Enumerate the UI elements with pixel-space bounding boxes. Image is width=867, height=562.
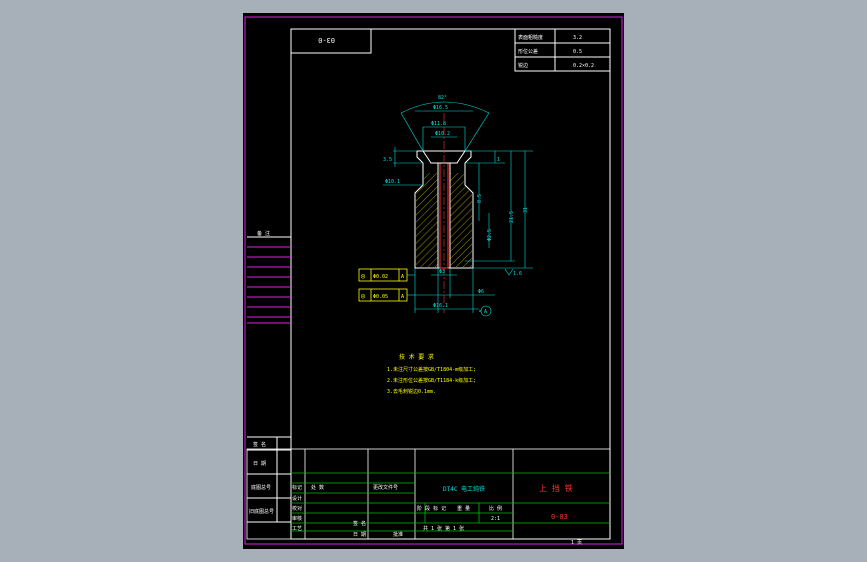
tb-part-code: 0-03 — [551, 513, 568, 521]
dim-len-total-b: 31 — [523, 207, 529, 213]
tol1-symbol: ◎ — [361, 272, 366, 280]
tol1-value: Φ0.02 — [373, 274, 388, 280]
dim-len-mid: 8.5 — [477, 194, 483, 203]
tb-cell-count: 处 数 — [311, 484, 324, 491]
tech-notes: 技 术 要 求 1.未注尺寸公差按GB/T1804-m级加工; 2.未注形位公差… — [387, 353, 476, 395]
dim-d-shank: Φ10.1 — [385, 179, 400, 185]
outer-border — [244, 16, 623, 545]
dim-len-total-a: 21.5 — [509, 211, 515, 223]
tb-row-design: 设计 — [292, 495, 302, 502]
tb-row-check: 校对 — [292, 505, 302, 512]
strip-label-remark: 备 注 — [257, 230, 270, 237]
rough-row1-label: 表面粗糙度 — [518, 34, 543, 41]
dim-d-inner: Φ10.2 — [435, 131, 450, 137]
tb-scale-label: 比 例 — [489, 505, 502, 512]
tb-scale-value: 2:1 — [491, 516, 500, 522]
dim-h-right-small: 1 — [497, 157, 500, 163]
drawing-sheet: 备 注 签 名 日 期 底图总号 旧底图总号 03-0 表面粗糙度 3.2 形位… — [243, 13, 624, 549]
tol2-value: Φ0.05 — [373, 294, 388, 300]
dim-cone-angle: 82° — [438, 95, 447, 101]
tb-row-review: 审核 — [292, 515, 302, 522]
tb-row-process: 工艺 — [292, 526, 302, 532]
dim-h-left: 3.5 — [383, 157, 392, 163]
tb-stage-label: 阶 段 标 记 — [417, 505, 446, 512]
surface-mark: 1.6 — [513, 271, 522, 277]
tb-cell-date: 日 期 — [353, 532, 366, 538]
tol2-symbol: ◎ — [361, 292, 366, 300]
dim-d-hole-side: Φ2.5 — [487, 229, 493, 241]
inner-frame — [290, 28, 611, 540]
tech-note-2: 2.未注形位公差按GB/T1184-k级加工; — [387, 377, 476, 384]
dim-d-bottom-small: Φ3 — [439, 269, 445, 275]
dim-d-bottom-b: Φ6 — [478, 289, 484, 295]
tb-row-mark: 标记 — [292, 484, 302, 491]
strip-label-base: 底图总号 — [251, 484, 271, 491]
datum-label: A — [484, 309, 487, 315]
tb-cell-approve: 批准 — [393, 531, 403, 538]
tolerance-frame-1: ◎ Φ0.02 A — [358, 268, 415, 282]
tol2-datum: A — [401, 294, 404, 300]
dim-d-bottom: Φ16.1 — [433, 303, 448, 309]
tb-material: DT4C 电工纯铁 — [443, 485, 485, 493]
rough-row1-value: 3.2 — [573, 35, 582, 41]
tb-cell-sign: 签 名 — [353, 520, 366, 527]
rough-row3-value: 0.2×0.2 — [573, 63, 594, 69]
strip-label-sign: 签 名 — [253, 441, 266, 448]
rough-row2-value: 0.5 — [573, 49, 582, 55]
tech-note-3: 3.去毛刺锐边0.1mm. — [387, 388, 436, 395]
strip-label-date: 日 期 — [253, 461, 266, 467]
tb-cell-change: 更改文件号 — [373, 484, 398, 491]
tolerance-frame-2: ◎ Φ0.05 A — [358, 288, 415, 302]
rough-row3-label: 锐边 — [518, 62, 528, 69]
tech-note-1: 1.未注尺寸公差按GB/T1804-m级加工; — [387, 366, 476, 373]
part-view: 82° Φ16.5 Φ11.8 Φ10.2 3.5 Φ10.1 1 21.5 3… — [358, 95, 533, 317]
drawing-canvas: 备 注 签 名 日 期 底图总号 旧底图总号 03-0 表面粗糙度 3.2 形位… — [244, 16, 623, 546]
tol1-datum: A — [401, 274, 404, 280]
tb-sheet-info: 共 1 张 第 1 张 — [423, 525, 464, 532]
tech-notes-title: 技 术 要 求 — [399, 353, 434, 361]
page-number: 1 页 — [571, 540, 582, 546]
strip-label-old-base: 旧底图总号 — [249, 508, 274, 515]
dim-d-mid: Φ11.8 — [431, 121, 446, 127]
drawing-code-text: 03-0 — [318, 36, 335, 44]
tb-weight-label: 重 量 — [457, 505, 470, 512]
title-block: 标记 设计 校对 审核 工艺 处 数 更改文件号 签 名 日 期 批准 DT4C… — [246, 448, 611, 540]
tb-part-name: 上 挡 铁 — [539, 483, 573, 493]
rough-row2-label: 形位公差 — [518, 48, 538, 55]
dim-d-top: Φ16.5 — [433, 105, 448, 111]
